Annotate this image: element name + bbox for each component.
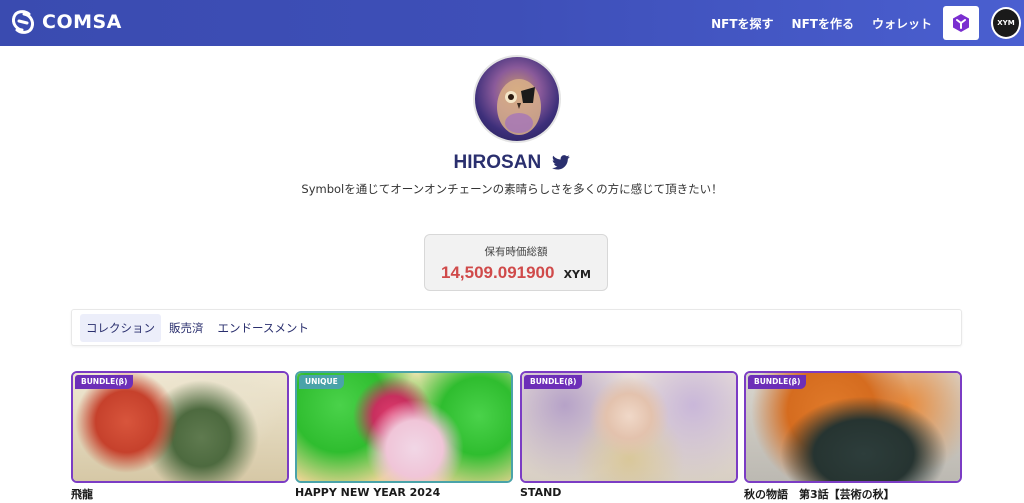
- twitter-icon[interactable]: [552, 155, 571, 170]
- top-navbar: COMSA NFTを探す NFTを作る ウォレット XYM: [0, 0, 1024, 46]
- bundle-badge: BUNDLE(β): [524, 375, 583, 389]
- nft-card-grid: BUNDLE(β) 飛龍 UNIQUE HAPPY NEW YEAR 2024 …: [71, 371, 962, 503]
- user-avatar[interactable]: XYM: [991, 7, 1021, 39]
- nft-card-title[interactable]: 秋の物語 第3話【芸術の秋】: [744, 486, 962, 502]
- nav-explore-nft[interactable]: NFTを探す: [711, 15, 773, 32]
- tab-collection[interactable]: コレクション: [80, 313, 161, 342]
- nft-artwork-dragon: [73, 373, 287, 481]
- holdings-amount: 14,509.091900: [441, 263, 555, 282]
- holdings-value-line: 14,509.091900 XYM: [425, 263, 607, 283]
- nft-card-title[interactable]: HAPPY NEW YEAR 2024: [295, 486, 513, 499]
- bundle-badge: BUNDLE(β): [75, 375, 134, 389]
- logo-text: COMSA: [42, 11, 122, 33]
- profile-tabs: コレクション 販売済 エンドースメント: [71, 309, 962, 346]
- avatar-label: XYM: [997, 19, 1015, 27]
- holdings-value-box: 保有時価総額 14,509.091900 XYM: [424, 234, 608, 291]
- profile-name-row: HIROSAN: [0, 152, 1024, 174]
- unique-badge: UNIQUE: [299, 375, 344, 389]
- owl-avatar-image: [497, 79, 541, 135]
- nft-artwork-stand: [522, 373, 736, 481]
- comsa-logo[interactable]: COMSA: [10, 9, 122, 35]
- nft-card[interactable]: BUNDLE(β) STAND: [520, 371, 738, 499]
- main-nav: NFTを探す NFTを作る ウォレット: [693, 0, 932, 46]
- nft-card-image[interactable]: BUNDLE(β): [520, 371, 738, 483]
- nft-card[interactable]: BUNDLE(β) 飛龍: [71, 371, 289, 502]
- bundle-badge: BUNDLE(β): [748, 375, 807, 389]
- holdings-unit: XYM: [563, 268, 591, 281]
- nft-card-title[interactable]: STAND: [520, 486, 738, 499]
- nft-card[interactable]: UNIQUE HAPPY NEW YEAR 2024: [295, 371, 513, 499]
- tab-sold[interactable]: 販売済: [163, 314, 210, 342]
- nft-card[interactable]: BUNDLE(β) 秋の物語 第3話【芸術の秋】: [744, 371, 962, 502]
- profile-avatar: [473, 55, 561, 143]
- nav-create-nft[interactable]: NFTを作る: [792, 15, 854, 32]
- nav-wallet[interactable]: ウォレット: [872, 15, 932, 32]
- profile-name: HIROSAN: [453, 152, 542, 173]
- holdings-label: 保有時価総額: [484, 246, 548, 258]
- nft-card-image[interactable]: UNIQUE: [295, 371, 513, 483]
- comsa-logo-icon: [12, 10, 34, 34]
- profile-bio: Symbolを通じてオーンオンチェーンの素晴らしさを多くの方に感じて頂きたい！: [301, 182, 723, 196]
- tab-endorsement[interactable]: エンドースメント: [212, 314, 315, 342]
- nft-card-title[interactable]: 飛龍: [71, 486, 289, 502]
- symbol-wallet-button[interactable]: [943, 6, 979, 40]
- nft-card-image[interactable]: BUNDLE(β): [744, 371, 962, 483]
- nft-artwork-autumn: [746, 373, 960, 481]
- symbol-logo-icon: [953, 14, 969, 32]
- nft-card-image[interactable]: BUNDLE(β): [71, 371, 289, 483]
- nft-artwork-new-year: [297, 373, 511, 481]
